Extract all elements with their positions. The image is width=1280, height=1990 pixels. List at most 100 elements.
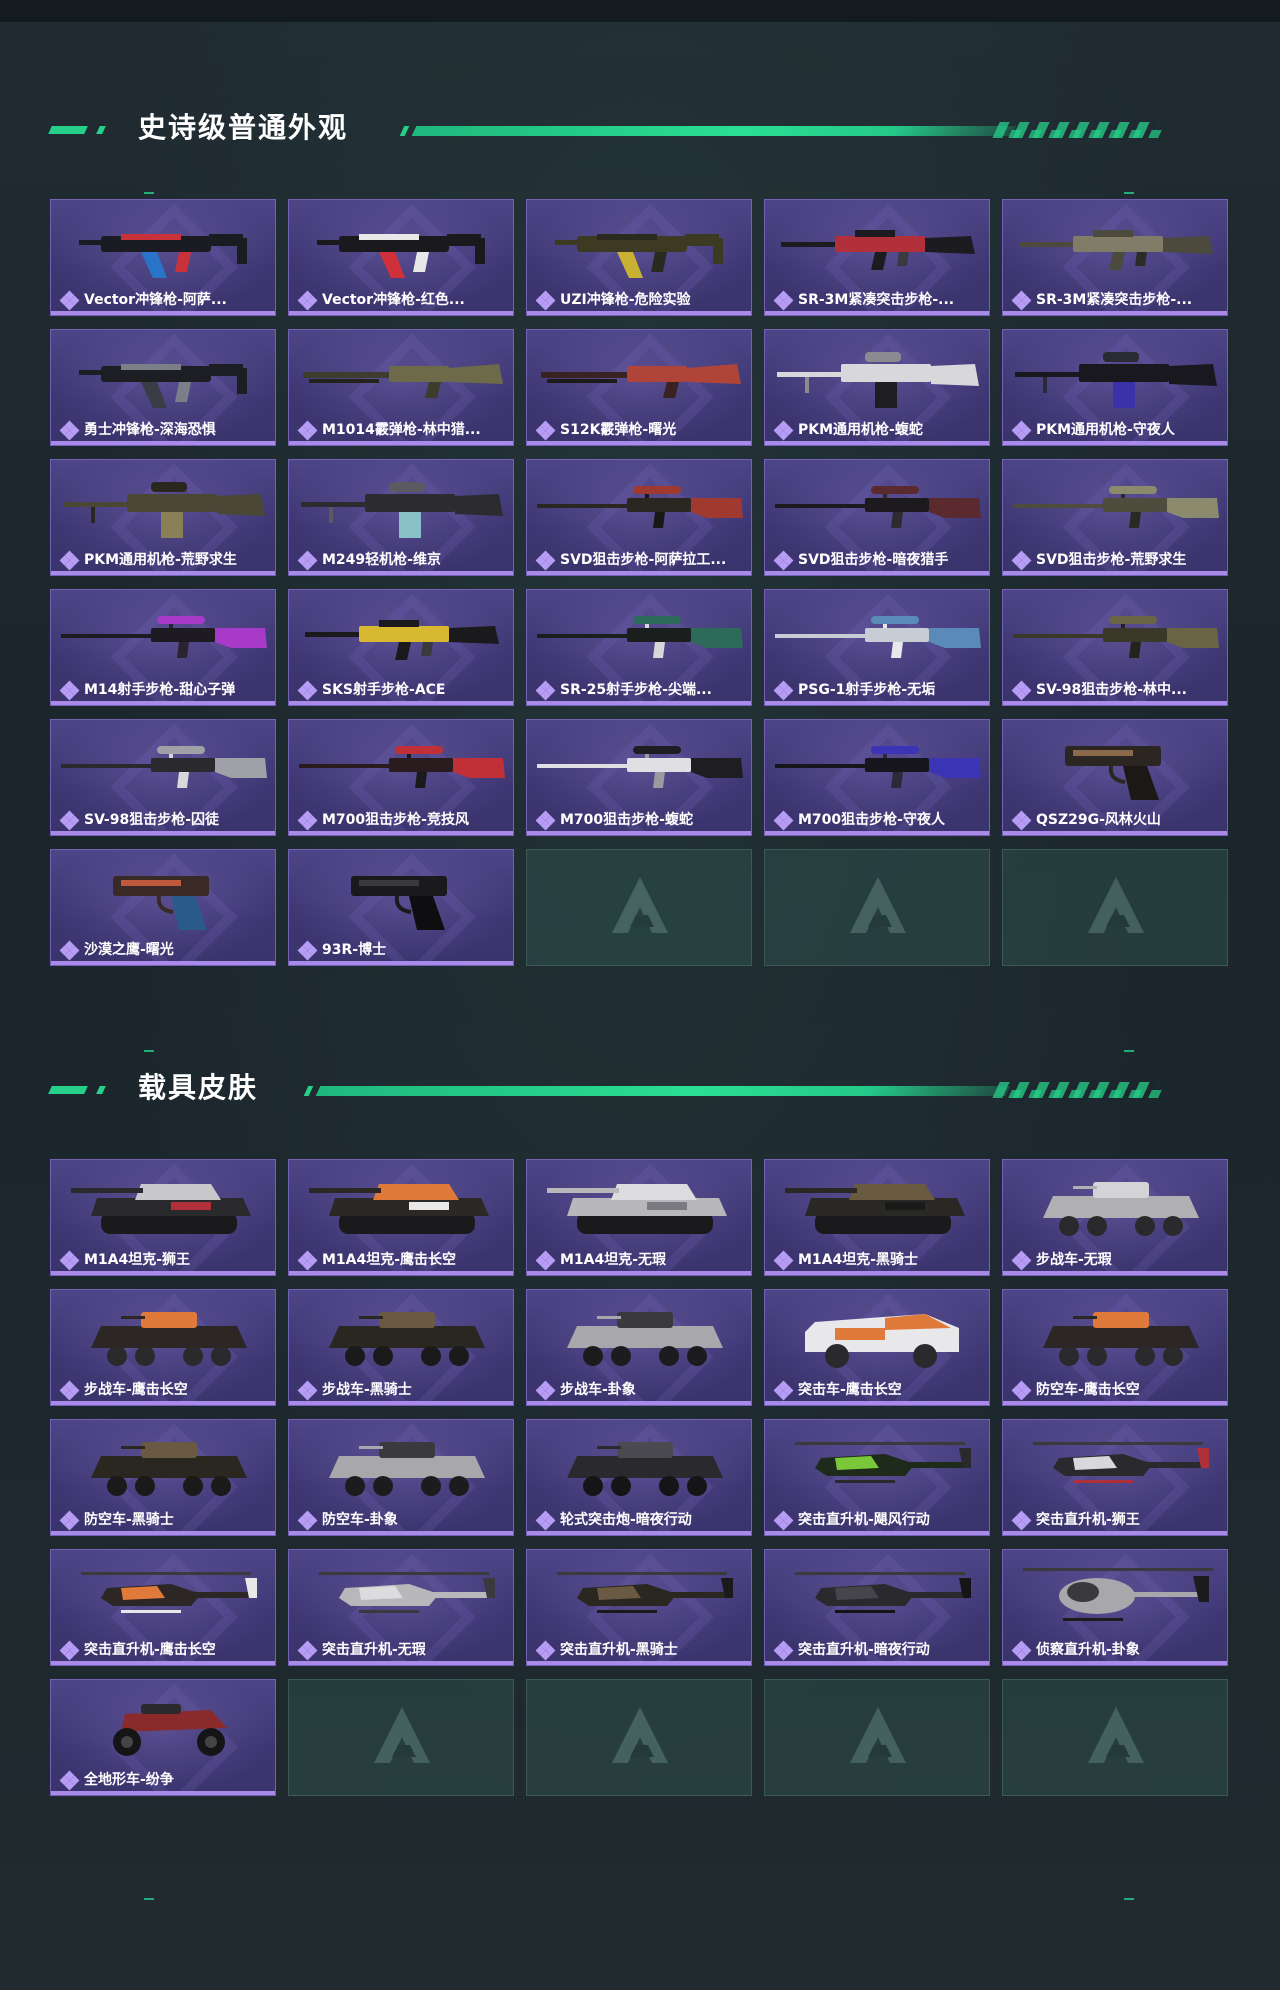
corner-tick (144, 1050, 154, 1052)
header-accent (48, 1086, 88, 1094)
skin-card[interactable]: M1A4坦克-狮王 (50, 1159, 276, 1276)
skin-card[interactable]: SV-98狙击步枪-囚徒 (50, 719, 276, 836)
skin-card[interactable]: 防空车-鹰击长空 (1002, 1289, 1228, 1406)
game-logo-icon (612, 1707, 668, 1763)
game-logo-icon (850, 1707, 906, 1763)
skin-card[interactable]: 防空车-黑骑士 (50, 1419, 276, 1536)
skin-card[interactable]: M1014霰弹枪-林中猎... (288, 329, 514, 446)
rarity-diamond-icon (773, 1510, 794, 1531)
corner-tick (144, 1898, 154, 1900)
header-accent (303, 1086, 314, 1096)
skin-card[interactable]: S12K霰弹枪-曙光 (526, 329, 752, 446)
sniper-icon (61, 746, 267, 788)
skin-card[interactable]: SR-3M紧凑突击步枪-... (1002, 199, 1228, 316)
skin-card[interactable]: Vector冲锋枪-红色... (288, 199, 514, 316)
header-bar (315, 1086, 1011, 1096)
heli2-icon (1023, 1568, 1213, 1621)
skin-card[interactable]: PKM通用机枪-守夜人 (1002, 329, 1228, 446)
skin-card[interactable]: 突击直升机-黑骑士 (526, 1549, 752, 1666)
skin-card[interactable]: 突击直升机-飓风行动 (764, 1419, 990, 1536)
skin-name: UZI冲锋枪-危险实验 (560, 292, 691, 308)
rarity-diamond-icon (59, 420, 80, 441)
skin-card[interactable]: 突击直升机-无瑕 (288, 1549, 514, 1666)
sniper-icon (775, 486, 981, 528)
skin-card[interactable]: 全地形车-纷争 (50, 1679, 276, 1796)
skin-card[interactable]: M1A4坦克-无瑕 (526, 1159, 752, 1276)
skin-card[interactable]: SVD狙击步枪-荒野求生 (1002, 459, 1228, 576)
skin-card[interactable]: 突击直升机-暗夜行动 (764, 1549, 990, 1666)
rarity-diamond-icon (297, 810, 318, 831)
skin-card[interactable]: M14射手步枪-甜心子弹 (50, 589, 276, 706)
tank-icon (309, 1184, 489, 1234)
skin-card[interactable]: 步战车-无瑕 (1002, 1159, 1228, 1276)
header-accent (48, 126, 88, 134)
skin-card[interactable]: UZI冲锋枪-危险实验 (526, 199, 752, 316)
skin-card[interactable]: M1A4坦克-黑骑士 (764, 1159, 990, 1276)
skin-card[interactable]: M700狙击步枪-竞技风 (288, 719, 514, 836)
skin-card[interactable]: QSZ29G-风林火山 (1002, 719, 1228, 836)
corner-tick (1124, 192, 1134, 194)
apc-icon (91, 1312, 247, 1366)
skin-card[interactable]: 93R-博士 (288, 849, 514, 966)
sniper-icon (775, 746, 981, 788)
rarity-diamond-icon (1011, 420, 1032, 441)
skin-card[interactable]: 防空车-卦象 (288, 1419, 514, 1536)
skin-card[interactable]: 步战车-卦象 (526, 1289, 752, 1406)
skin-card[interactable]: 步战车-鹰击长空 (50, 1289, 276, 1406)
shotgun-icon (541, 364, 741, 398)
skin-card[interactable]: PKM通用机枪-荒野求生 (50, 459, 276, 576)
skin-name: 突击直升机-无瑕 (322, 1642, 426, 1658)
empty-slot (526, 849, 752, 966)
smg-icon (317, 234, 485, 278)
skin-name: M1014霰弹枪-林中猎... (322, 422, 481, 438)
skin-name: SR-3M紧凑突击步枪-... (798, 292, 955, 308)
skin-card[interactable]: PKM通用机枪-蝮蛇 (764, 329, 990, 446)
skin-card[interactable]: PSG-1射手步枪-无垢 (764, 589, 990, 706)
skin-card[interactable]: M1A4坦克-鹰击长空 (288, 1159, 514, 1276)
skin-card[interactable]: 沙漠之鹰-曙光 (50, 849, 276, 966)
skin-name: 防空车-鹰击长空 (1036, 1382, 1140, 1398)
game-logo-icon (850, 877, 906, 933)
skin-card[interactable]: 突击直升机-狮王 (1002, 1419, 1228, 1536)
skin-name: 93R-博士 (322, 942, 387, 958)
skin-card[interactable]: SR-3M紧凑突击步枪-... (764, 199, 990, 316)
rarity-diamond-icon (535, 680, 556, 701)
rarity-diamond-icon (59, 1380, 80, 1401)
skin-card[interactable]: 勇士冲锋枪-深海恐惧 (50, 329, 276, 446)
skin-card[interactable]: Vector冲锋枪-阿萨... (50, 199, 276, 316)
skin-card[interactable]: M249轻机枪-维京 (288, 459, 514, 576)
empty-slot (526, 1679, 752, 1796)
rarity-diamond-icon (297, 1250, 318, 1271)
skin-card[interactable]: 轮式突击炮-暗夜行动 (526, 1419, 752, 1536)
skin-name: 突击车-鹰击长空 (798, 1382, 902, 1398)
skin-name: M249轻机枪-维京 (322, 552, 441, 568)
truck-icon (805, 1314, 959, 1368)
skin-name: M700狙击步枪-守夜人 (798, 812, 945, 828)
rarity-diamond-icon (773, 290, 794, 311)
skin-card[interactable]: 步战车-黑骑士 (288, 1289, 514, 1406)
skin-card[interactable]: 突击直升机-鹰击长空 (50, 1549, 276, 1666)
skin-card[interactable]: SKS射手步枪-ACE (288, 589, 514, 706)
skin-card[interactable]: SR-25射手步枪-尖端... (526, 589, 752, 706)
skin-card[interactable]: SVD狙击步枪-阿萨拉工... (526, 459, 752, 576)
rarity-diamond-icon (59, 550, 80, 571)
rarity-diamond-icon (535, 1640, 556, 1661)
game-logo-icon (1088, 877, 1144, 933)
skin-card[interactable]: 突击车-鹰击长空 (764, 1289, 990, 1406)
rarity-diamond-icon (773, 810, 794, 831)
skin-name: 步战车-鹰击长空 (84, 1382, 188, 1398)
skin-name: 防空车-卦象 (322, 1512, 398, 1528)
skin-card[interactable]: SVD狙击步枪-暗夜猎手 (764, 459, 990, 576)
skin-name: PKM通用机枪-荒野求生 (84, 552, 237, 568)
skin-card[interactable]: 侦察直升机-卦象 (1002, 1549, 1228, 1666)
skin-card[interactable]: M700狙击步枪-蝮蛇 (526, 719, 752, 836)
sniper-icon (299, 746, 505, 788)
apc-icon (91, 1442, 247, 1496)
rarity-diamond-icon (1011, 290, 1032, 311)
header-accent (96, 1086, 106, 1094)
skin-card[interactable]: SV-98狙击步枪-林中... (1002, 589, 1228, 706)
sniper-icon (775, 616, 981, 658)
skin-name: 突击直升机-鹰击长空 (84, 1642, 216, 1658)
skin-name: 步战车-无瑕 (1036, 1252, 1112, 1268)
skin-card[interactable]: M700狙击步枪-守夜人 (764, 719, 990, 836)
